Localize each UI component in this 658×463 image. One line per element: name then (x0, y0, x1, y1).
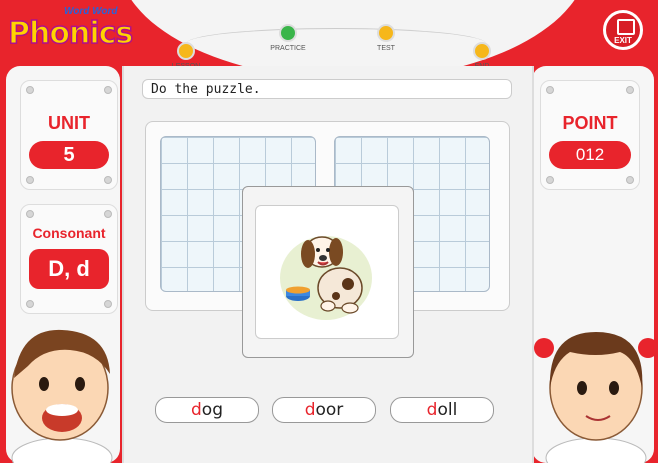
point-box: POINT 012 (540, 80, 640, 190)
exit-button[interactable]: EXIT (603, 10, 643, 50)
word-choice-dog-first: d (191, 400, 202, 420)
point-title: POINT (562, 113, 618, 133)
exit-label: EXIT (614, 36, 632, 45)
step-practice-dot (279, 24, 297, 42)
point-value: 012 (549, 141, 631, 169)
exit-icon (617, 19, 635, 35)
app-logo: Word Word Phonics (4, 4, 134, 52)
word-choice-doll-rest: oll (437, 400, 458, 420)
step-end-dot (473, 42, 491, 60)
unit-box: UNIT 5 (20, 80, 118, 190)
consonant-box: Consonant D, d (20, 204, 118, 314)
word-choice-door-rest: oor (315, 400, 344, 420)
word-choice-dog-rest: og (201, 400, 223, 420)
step-practice[interactable]: PRACTICE (258, 24, 318, 52)
boy-character (11, 329, 113, 463)
consonant-title: Consonant (32, 225, 106, 241)
unit-value: 5 (29, 141, 109, 169)
dog-illustration (280, 236, 372, 320)
logo-title: Phonics (7, 15, 134, 52)
step-lesson-dot (177, 42, 195, 60)
step-test-dot (377, 24, 395, 42)
instruction-text: Do the puzzle. (142, 79, 512, 99)
word-choice-doll-first: d (426, 400, 438, 420)
step-test-label: TEST (377, 45, 395, 52)
progress-track (186, 28, 486, 59)
word-choice-dog[interactable]: dog (155, 397, 259, 423)
girl-character (534, 332, 658, 463)
unit-title: UNIT (48, 113, 90, 133)
word-choice-door-first: d (304, 400, 316, 420)
word-choice-doll[interactable]: doll (390, 397, 494, 423)
picture-card[interactable] (242, 186, 414, 358)
step-practice-label: PRACTICE (270, 45, 306, 52)
picture-card-frame (255, 205, 399, 339)
word-choice-door[interactable]: door (272, 397, 376, 423)
consonant-value: D, d (29, 249, 109, 289)
step-test[interactable]: TEST (356, 24, 416, 52)
